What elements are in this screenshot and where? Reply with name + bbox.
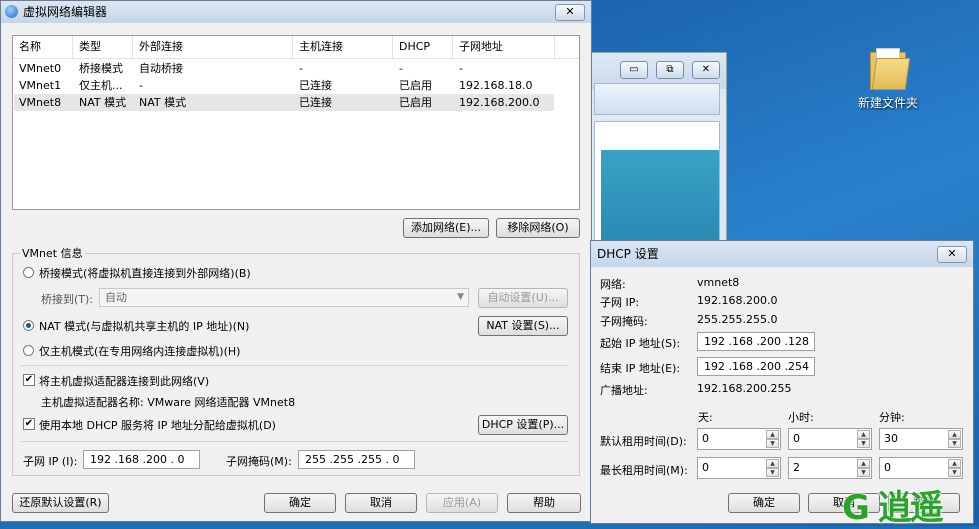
subnet-mask-label: 子网掩码(M): (226, 455, 292, 468)
col-subnet[interactable]: 子网地址 (453, 36, 555, 58)
col-name[interactable]: 名称 (13, 36, 73, 58)
dhcp-close-button[interactable]: ✕ (937, 246, 967, 263)
dhcp-titlebar: DHCP 设置 ✕ (591, 241, 973, 267)
spin-down-icon[interactable]: ▼ (766, 468, 779, 477)
spin-up-icon[interactable]: ▲ (766, 430, 779, 439)
help-button[interactable]: 帮助 (507, 493, 581, 513)
network-value: vmnet8 (697, 276, 740, 289)
spin-up-icon[interactable]: ▲ (948, 430, 961, 439)
restore-defaults-button[interactable]: 还原默认设置(R) (12, 493, 109, 513)
default-lease-label: 默认租用时间(D): (600, 435, 687, 448)
auto-settings-button[interactable]: 自动设置(U)... (478, 288, 568, 308)
ok-button[interactable]: 确定 (264, 493, 336, 513)
dhcp-settings-button[interactable]: DHCP 设置(P)... (478, 415, 568, 435)
hours-column-label: 小时: (788, 411, 814, 424)
main-titlebar: 虚拟网络编辑器 ✕ (1, 1, 591, 23)
dhcp-subnet-ip-value: 192.168.200.0 (697, 294, 778, 307)
table-row[interactable]: VMnet0 桥接模式 自动桥接 - - - (14, 60, 554, 77)
end-ip-label: 结束 IP 地址(E): (600, 362, 681, 375)
remove-network-button[interactable]: 移除网络(O) (496, 218, 580, 238)
restore-button[interactable]: ⧉ (656, 61, 684, 79)
nat-settings-button[interactable]: NAT 设置(S)... (478, 316, 568, 336)
virtual-network-editor-window: 虚拟网络编辑器 ✕ 名称 类型 外部连接 主机连接 DHCP 子网地址 VMne… (0, 0, 592, 522)
use-dhcp-label: 使用本地 DHCP 服务将 IP 地址分配给虚拟机(D) (39, 419, 276, 432)
end-ip-input[interactable]: 192 .168 .200 .254 (697, 357, 815, 376)
broadcast-label: 广播地址: (600, 384, 648, 397)
subnet-mask-input[interactable]: 255 .255 .255 . 0 (298, 450, 415, 469)
nat-mode-label: NAT 模式(与虚拟机共享主机的 IP 地址)(N) (39, 320, 250, 333)
col-external[interactable]: 外部连接 (133, 36, 293, 58)
dhcp-subnet-mask-label: 子网掩码: (600, 315, 648, 328)
subnet-ip-label: 子网 IP (I): (23, 455, 78, 468)
bridge-to-label: 桥接到(T): (41, 293, 94, 306)
minutes-column-label: 分钟: (879, 411, 905, 424)
subnet-ip-input[interactable]: 192 .168 .200 . 0 (83, 450, 200, 469)
spin-up-icon[interactable]: ▲ (857, 459, 870, 468)
dhcp-ok-button[interactable]: 确定 (728, 493, 800, 513)
network-list-header: 名称 类型 外部连接 主机连接 DHCP 子网地址 (13, 36, 579, 59)
watermark-logo: G 逍遥 (842, 488, 944, 528)
spin-down-icon[interactable]: ▼ (857, 439, 870, 448)
dhcp-title: DHCP 设置 (597, 247, 659, 261)
start-ip-label: 起始 IP 地址(S): (600, 337, 681, 350)
network-label: 网络: (600, 278, 626, 291)
default-lease-minutes-stepper[interactable]: 30 ▲ ▼ (879, 428, 963, 450)
col-dhcp[interactable]: DHCP (393, 36, 453, 58)
main-close-button[interactable]: ✕ (555, 4, 585, 21)
adapter-name-label: 主机虚拟适配器名称: VMware 网络适配器 VMnet8 (41, 396, 296, 409)
col-type[interactable]: 类型 (73, 36, 133, 58)
dhcp-subnet-mask-value: 255.255.255.0 (697, 313, 778, 326)
vmnet-info-title: VMnet 信息 (20, 245, 85, 261)
desktop-folder[interactable]: 新建文件夹 (848, 48, 928, 111)
background-window: ▭ ⧉ ✕ (585, 52, 727, 244)
vmware-network-icon (5, 5, 18, 18)
nat-mode-radio[interactable] (23, 320, 34, 331)
connect-adapter-label: 将主机虚拟适配器连接到此网络(V) (39, 375, 210, 388)
default-lease-days-stepper[interactable]: 0 ▲ ▼ (697, 428, 781, 450)
default-lease-hours-stepper[interactable]: 0 ▲ ▼ (788, 428, 872, 450)
spin-up-icon[interactable]: ▲ (948, 459, 961, 468)
use-dhcp-checkbox[interactable]: ✔ (23, 418, 35, 430)
host-only-radio[interactable] (23, 345, 34, 356)
spin-up-icon[interactable]: ▲ (766, 459, 779, 468)
bridge-mode-label: 桥接模式(将虚拟机直接连接到外部网络)(B) (39, 267, 251, 280)
table-row[interactable]: VMnet1 仅主机... - 已连接 已启用 192.168.18.0 (14, 77, 554, 94)
apply-button[interactable]: 应用(A) (426, 493, 498, 513)
dhcp-subnet-ip-label: 子网 IP: (600, 296, 640, 309)
cancel-button[interactable]: 取消 (345, 493, 417, 513)
max-lease-days-stepper[interactable]: 0 ▲ ▼ (697, 457, 781, 479)
spin-down-icon[interactable]: ▼ (948, 468, 961, 477)
bg-close-button[interactable]: ✕ (692, 61, 720, 79)
spin-down-icon[interactable]: ▼ (948, 439, 961, 448)
table-row-selected[interactable]: VMnet8 NAT 模式 NAT 模式 已连接 已启用 192.168.200… (14, 94, 554, 111)
broadcast-value: 192.168.200.255 (697, 382, 792, 395)
spin-down-icon[interactable]: ▼ (857, 468, 870, 477)
start-ip-input[interactable]: 192 .168 .200 .128 (697, 332, 815, 351)
network-list: 名称 类型 外部连接 主机连接 DHCP 子网地址 VMnet0 桥接模式 自动… (12, 35, 580, 210)
bridge-to-select[interactable]: 自动 ▼ (99, 288, 469, 307)
connect-adapter-checkbox[interactable]: ✔ (23, 374, 35, 386)
max-lease-minutes-stepper[interactable]: 0 ▲ ▼ (879, 457, 963, 479)
days-column-label: 天: (698, 411, 713, 424)
divider (21, 365, 569, 366)
max-lease-label: 最长租用时间(M): (600, 464, 688, 477)
host-only-label: 仅主机模式(在专用网络内连接虚拟机)(H) (39, 345, 241, 358)
minimize-button[interactable]: ▭ (620, 61, 648, 79)
col-host[interactable]: 主机连接 (293, 36, 393, 58)
bridge-mode-radio[interactable] (23, 267, 34, 278)
max-lease-hours-stepper[interactable]: 2 ▲ ▼ (788, 457, 872, 479)
folder-icon (868, 48, 911, 90)
divider (21, 441, 569, 442)
spin-down-icon[interactable]: ▼ (766, 439, 779, 448)
spin-up-icon[interactable]: ▲ (857, 430, 870, 439)
desktop-folder-label: 新建文件夹 (857, 96, 918, 110)
chevron-down-icon: ▼ (457, 292, 464, 302)
add-network-button[interactable]: 添加网络(E)... (403, 218, 489, 238)
main-title: 虚拟网络编辑器 (23, 5, 108, 19)
